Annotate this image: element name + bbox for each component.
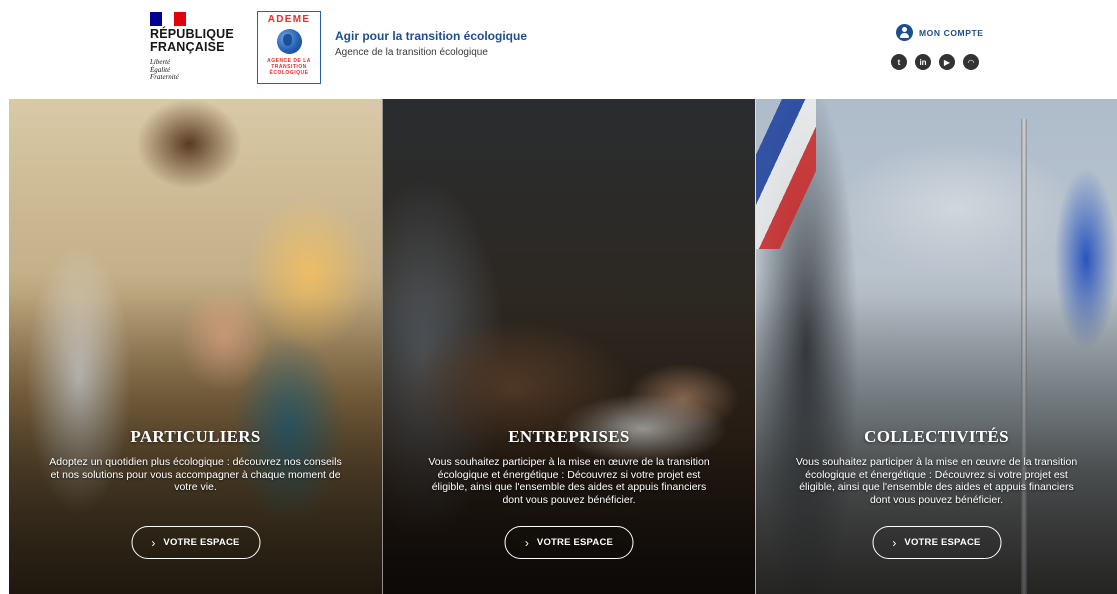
panel-entreprises[interactable]: ENTREPRISES Vous souhaitez participer à … (382, 99, 755, 594)
ademe-subtitle: AGENCE DE LA TRANSITION ÉCOLOGIQUE (267, 58, 311, 76)
french-flag-icon (150, 12, 186, 26)
panel-description: Vous souhaitez participer à la mise en œ… (428, 456, 710, 506)
panel-content: ENTREPRISES Vous souhaitez participer à … (383, 427, 755, 506)
linkedin-icon[interactable]: in (915, 54, 931, 70)
chevron-right-icon: › (892, 535, 897, 550)
votre-espace-button-entreprises[interactable]: › VOTRE ESPACE (504, 526, 634, 559)
button-label: VOTRE ESPACE (163, 537, 240, 548)
user-circle-icon (896, 24, 913, 41)
button-label: VOTRE ESPACE (904, 537, 981, 548)
panel-title: COLLECTIVITÉS (864, 427, 1009, 446)
republique-name: RÉPUBLIQUE FRANÇAISE (150, 27, 234, 54)
votre-espace-button-particuliers[interactable]: › VOTRE ESPACE (131, 526, 260, 559)
tagline-title: Agir pour la transition écologique (335, 29, 528, 43)
panel-image-overlay (9, 99, 382, 594)
ademe-logo[interactable]: ADEME AGENCE DE LA TRANSITION ÉCOLOGIQUE (257, 11, 321, 84)
panel-title: PARTICULIERS (130, 427, 261, 446)
chevron-right-icon: › (524, 535, 529, 550)
globe-icon (277, 29, 302, 54)
chevron-right-icon: › (151, 535, 156, 550)
ademe-wordmark: ADEME (267, 14, 311, 25)
panel-description: Vous souhaitez participer à la mise en œ… (795, 456, 1078, 506)
twitter-icon[interactable]: t (891, 54, 907, 70)
my-account-label: MON COMPTE (919, 27, 984, 38)
panel-image-overlay (383, 99, 755, 594)
panel-image-overlay (756, 99, 1117, 594)
panel-collectivites[interactable]: COLLECTIVITÉS Vous souhaitez participer … (755, 99, 1117, 594)
site-tagline: Agir pour la transition écologique Agenc… (335, 29, 527, 58)
youtube-icon[interactable]: ▶ (939, 54, 955, 70)
panel-description: Adoptez un quotidien plus écologique : d… (49, 456, 342, 493)
button-label: VOTRE ESPACE (536, 537, 614, 548)
panel-content: PARTICULIERS Adoptez un quotidien plus é… (9, 427, 382, 494)
panel-title: ENTREPRISES (508, 427, 630, 446)
republique-motto: Liberté Égalité Fraternité (150, 58, 179, 81)
republique-francaise-logo[interactable]: RÉPUBLIQUE FRANÇAISE Liberté Égalité Fra… (150, 12, 245, 82)
audience-panels: PARTICULIERS Adoptez un quotidien plus é… (9, 99, 1117, 594)
tagline-subtitle: Agence de la transition écologique (335, 47, 488, 58)
votre-espace-button-collectivites[interactable]: › VOTRE ESPACE (872, 526, 1001, 559)
my-account-link[interactable]: MON COMPTE (896, 24, 984, 41)
panel-content: COLLECTIVITÉS Vous souhaitez participer … (756, 427, 1117, 506)
panel-particuliers[interactable]: PARTICULIERS Adoptez un quotidien plus é… (9, 99, 382, 594)
rss-icon[interactable]: ◠ (963, 54, 979, 70)
social-links: t in ▶ ◠ (891, 54, 979, 70)
site-header: RÉPUBLIQUE FRANÇAISE Liberté Égalité Fra… (0, 0, 1117, 98)
